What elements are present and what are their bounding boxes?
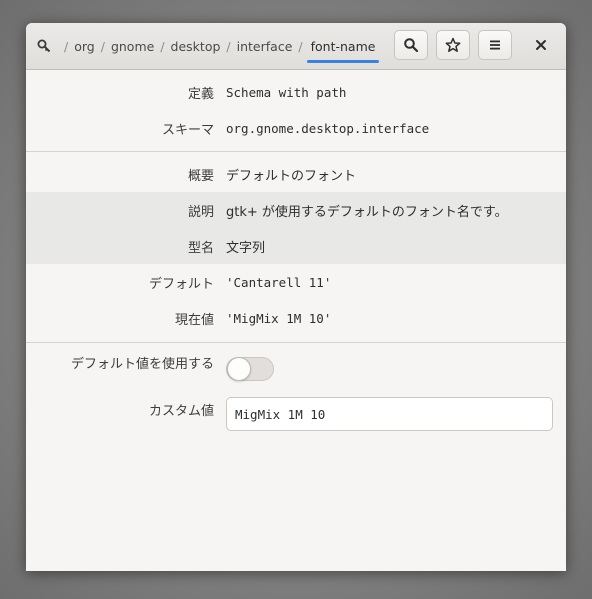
definition-row: 定義 Schema with path [26, 74, 566, 110]
breadcrumb-separator: / [298, 38, 303, 54]
custom-value-label: カスタム値 [148, 404, 214, 419]
custom-value-row: カスタム値 [26, 394, 566, 434]
breadcrumb-separator: / [100, 38, 105, 54]
header-bar: / org / gnome / desktop / interface / fo… [26, 23, 566, 70]
use-default-switch[interactable] [226, 357, 274, 381]
section-divider [26, 342, 566, 343]
type-row: 型名 文字列 [26, 228, 566, 264]
hamburger-menu-icon [490, 40, 500, 50]
breadcrumb-separator: / [64, 38, 69, 54]
type-value: 文字列 [226, 240, 266, 256]
summary-value: デフォルトのフォント [226, 168, 357, 184]
definition-label: 定義 [187, 86, 214, 102]
type-label: 型名 [187, 240, 214, 256]
current-value-label: 現在値 [174, 312, 214, 328]
breadcrumb-item-gnome[interactable]: gnome [111, 39, 154, 54]
breadcrumb-item-font-name[interactable]: font-name [306, 39, 380, 63]
close-icon [536, 40, 546, 50]
breadcrumb: / org / gnome / desktop / interface / fo… [36, 23, 380, 69]
breadcrumb-item-desktop[interactable]: desktop [171, 39, 221, 54]
search-icon [404, 38, 419, 53]
description-row: 説明 gtk+ が使用するデフォルトのフォント名です。 [26, 192, 566, 228]
switch-knob [227, 357, 251, 381]
search-key-icon[interactable] [36, 38, 52, 54]
description-value: gtk+ が使用するデフォルトのフォント名です。 [226, 204, 508, 220]
bookmark-button[interactable] [436, 30, 470, 60]
use-default-label: デフォルト値を使用する [70, 357, 214, 372]
close-button[interactable] [526, 30, 556, 60]
description-label: 説明 [187, 204, 214, 220]
breadcrumb-item-interface[interactable]: interface [237, 39, 293, 54]
key-details-panel: 定義 Schema with path スキーマ org.gnome.deskt… [26, 70, 566, 571]
schema-row: スキーマ org.gnome.desktop.interface [26, 110, 566, 146]
schema-value: org.gnome.desktop.interface [226, 120, 430, 136]
use-default-row: デフォルト値を使用する [26, 351, 566, 387]
star-icon [445, 37, 461, 52]
default-row: デフォルト 'Cantarell 11' [26, 264, 566, 300]
default-value: 'Cantarell 11' [226, 274, 332, 290]
summary-label: 概要 [187, 168, 214, 184]
current-value-row: 現在値 'MigMix 1M 10' [26, 300, 566, 336]
summary-row: 概要 デフォルトのフォント [26, 156, 566, 192]
search-button[interactable] [394, 30, 428, 60]
schema-label: スキーマ [161, 122, 214, 138]
breadcrumb-separator: / [160, 38, 165, 54]
default-label: デフォルト [148, 276, 214, 292]
section-divider [26, 151, 566, 152]
breadcrumb-item-org[interactable]: org [74, 39, 95, 54]
definition-value: Schema with path [226, 84, 347, 100]
menu-button[interactable] [478, 30, 512, 60]
breadcrumb-separator: / [226, 38, 231, 54]
custom-value-input[interactable] [226, 397, 553, 431]
dconf-editor-window: / org / gnome / desktop / interface / fo… [26, 23, 566, 571]
current-value: 'MigMix 1M 10' [226, 310, 332, 326]
